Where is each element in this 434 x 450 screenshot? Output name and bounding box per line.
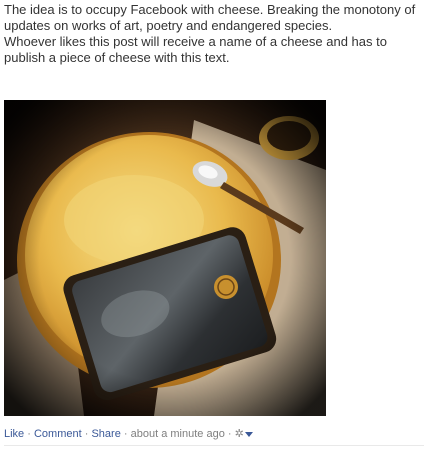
separator: ·: [227, 428, 232, 440]
divider: [4, 445, 424, 446]
timestamp[interactable]: about a minute ago: [131, 428, 225, 440]
cheese-photo-illustration: [4, 100, 326, 416]
caret-down-icon[interactable]: [244, 431, 253, 437]
separator: ·: [27, 428, 31, 440]
like-link[interactable]: Like: [4, 428, 24, 440]
post-actions: Like · Comment · Share · about a minute …: [4, 427, 253, 441]
post-photo[interactable]: [4, 100, 326, 416]
post: The idea is to occupy Facebook with chee…: [4, 0, 430, 66]
post-paragraph-2: Whoever likes this post will receive a n…: [4, 34, 387, 65]
separator: ·: [123, 428, 128, 440]
comment-link[interactable]: Comment: [34, 428, 82, 440]
gear-icon[interactable]: ✲: [235, 427, 244, 441]
post-paragraph-1: The idea is to occupy Facebook with chee…: [4, 2, 416, 33]
post-message: The idea is to occupy Facebook with chee…: [4, 2, 430, 66]
share-link[interactable]: Share: [91, 428, 120, 440]
separator: ·: [84, 428, 89, 440]
